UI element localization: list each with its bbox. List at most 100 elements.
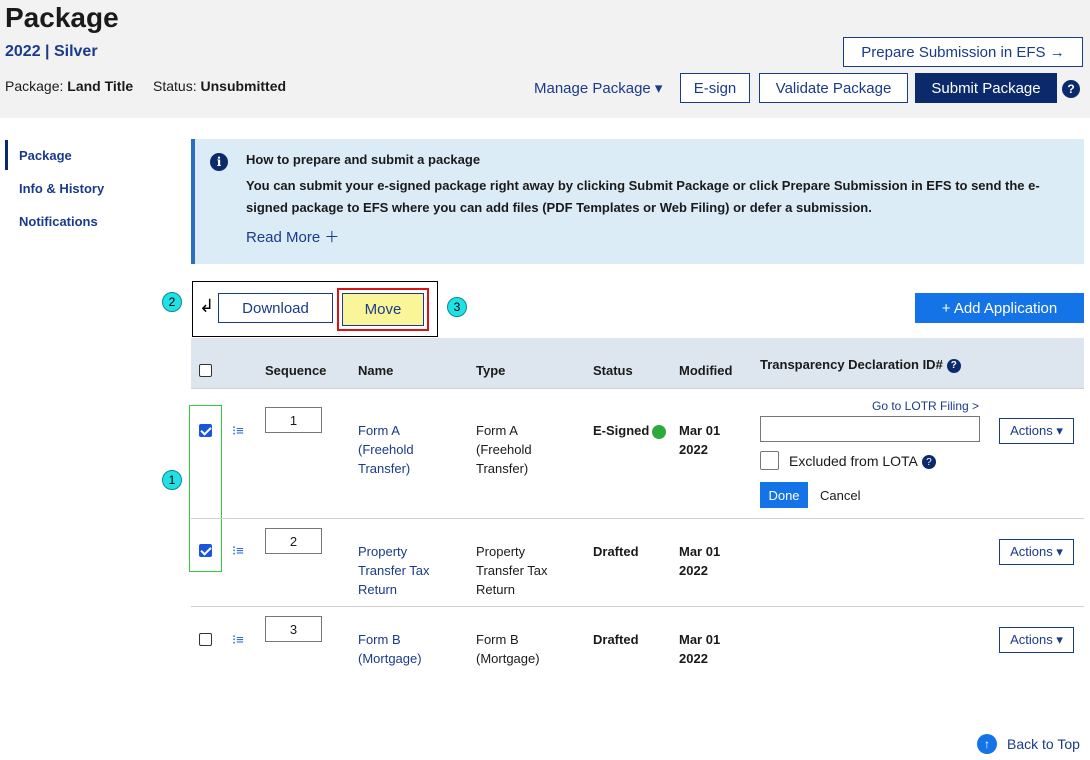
go-to-lotr-filing-link[interactable]: Go to LOTR Filing > — [872, 399, 979, 413]
row-2-status: Drafted — [593, 544, 639, 559]
row-3-modified: Mar 01 2022 — [679, 630, 720, 668]
row-3-type-line: Form B — [476, 632, 519, 647]
row-3-checkbox[interactable] — [199, 633, 212, 646]
row-1-name[interactable]: Form A (Freehold Transfer) — [358, 421, 414, 478]
move-button-highlight: Move — [337, 288, 429, 331]
row-divider — [191, 606, 1084, 607]
column-name: Name — [358, 363, 394, 378]
sequence-input-3[interactable] — [265, 616, 322, 642]
row-3-name-line[interactable]: (Mortgage) — [358, 649, 422, 668]
column-type: Type — [476, 363, 506, 378]
row-3-type: Form B (Mortgage) — [476, 630, 540, 668]
sidebar-item-info-history[interactable]: Info & History — [19, 181, 104, 196]
info-body: You can submit your e-signed package rig… — [246, 178, 1040, 215]
esign-button[interactable]: E-sign — [680, 73, 750, 103]
info-title: How to prepare and submit a package — [246, 152, 481, 167]
reorder-icon[interactable]: ⁝≡ — [232, 423, 244, 439]
row-3-actions-button[interactable]: Actions ▾ — [999, 627, 1074, 653]
row-1-modified: Mar 01 2022 — [679, 421, 720, 459]
row-3-name-line[interactable]: Form B — [358, 630, 422, 649]
validate-package-button[interactable]: Validate Package — [759, 73, 908, 103]
excluded-from-lota-text: Excluded from LOTA — [789, 453, 918, 469]
status-label: Status: — [153, 78, 197, 94]
reorder-icon[interactable]: ⁝≡ — [232, 632, 244, 648]
row-divider — [191, 518, 1084, 519]
sidebar-active-indicator — [5, 140, 8, 170]
row-1-type: Form A (Freehold Transfer) — [476, 421, 532, 478]
row-3-name[interactable]: Form B (Mortgage) — [358, 630, 422, 668]
sequence-input-2[interactable] — [265, 528, 322, 554]
page-title: Package — [5, 2, 119, 33]
back-to-top-label: Back to Top — [1007, 736, 1080, 752]
row-1-status-text: E-Signed — [593, 423, 650, 438]
row-3-type-line: (Mortgage) — [476, 651, 540, 666]
row-1-modified-line: 2022 — [679, 442, 708, 457]
row-1-modified-line: Mar 01 — [679, 423, 721, 438]
download-button[interactable]: Download — [218, 293, 333, 323]
select-all-checkbox[interactable] — [199, 364, 212, 377]
row-2-modified-line: Mar 01 — [679, 544, 721, 559]
row-2-name-line[interactable]: Property — [358, 542, 430, 561]
lota-help-icon[interactable]: ? — [921, 455, 936, 470]
manage-package-dropdown[interactable]: Manage Package ▾ — [534, 79, 662, 97]
sidebar-item-notifications[interactable]: Notifications — [19, 214, 98, 229]
back-to-top-link[interactable]: ↑ Back to Top — [977, 734, 1080, 754]
excluded-from-lota-checkbox[interactable] — [760, 451, 779, 470]
reorder-icon[interactable]: ⁝≡ — [232, 543, 244, 559]
prepare-submission-efs-button[interactable]: Prepare Submission in EFS → — [843, 37, 1083, 67]
cancel-button[interactable]: Cancel — [820, 488, 860, 503]
row-2-name-line[interactable]: Return — [358, 580, 430, 599]
row-1-type-line: Form A — [476, 423, 518, 438]
row-3-status: Drafted — [593, 632, 639, 647]
row-3-modified-line: 2022 — [679, 651, 708, 666]
sequence-input-1[interactable] — [265, 407, 322, 433]
row-1-type-line: (Freehold — [476, 442, 532, 457]
package-label: Package: — [5, 78, 64, 94]
excluded-from-lota-label: Excluded from LOTA? — [789, 453, 936, 470]
callout-3: 3 — [447, 297, 467, 317]
sidebar-item-package[interactable]: Package — [19, 148, 72, 163]
add-application-button[interactable]: + Add Application — [915, 293, 1084, 323]
callout-2: 2 — [162, 292, 182, 312]
help-icon[interactable]: ? — [1062, 80, 1080, 98]
row-2-actions-button[interactable]: Actions ▾ — [999, 539, 1074, 565]
read-more-link[interactable]: Read More ＋ — [246, 226, 339, 247]
tdid-help-icon[interactable]: ? — [946, 358, 961, 373]
row-1-name-line[interactable]: Transfer) — [358, 459, 414, 478]
row-2-name-line[interactable]: Transfer Tax — [358, 561, 430, 580]
row-2-name[interactable]: Property Transfer Tax Return — [358, 542, 430, 599]
column-sequence: Sequence — [265, 363, 327, 378]
status-value: Unsubmitted — [200, 78, 287, 94]
row-1-checkbox[interactable] — [199, 424, 212, 437]
row-divider — [191, 388, 1084, 389]
column-status: Status — [593, 363, 633, 378]
row-1-status: E-Signed — [593, 421, 667, 440]
row-2-modified-line: 2022 — [679, 563, 708, 578]
done-button[interactable]: Done — [760, 482, 808, 508]
move-button[interactable]: Move — [342, 293, 424, 326]
callout-1: 1 — [162, 470, 182, 490]
tdid-input[interactable] — [760, 416, 980, 442]
submit-package-button[interactable]: Submit Package — [915, 73, 1057, 103]
info-icon: i — [210, 153, 228, 171]
row-2-modified: Mar 01 2022 — [679, 542, 720, 580]
row-1-name-line[interactable]: (Freehold — [358, 440, 414, 459]
row-2-type-line: Return — [476, 582, 516, 597]
row-1-actions-button[interactable]: Actions ▾ — [999, 418, 1074, 444]
esigned-status-dot — [652, 424, 667, 439]
row-2-checkbox[interactable] — [199, 544, 212, 557]
package-meta: Package: Land Title Status: Unsubmitted — [5, 78, 286, 94]
row-1-name-line[interactable]: Form A — [358, 421, 414, 440]
arrow-up-icon: ↑ — [977, 734, 997, 754]
row-2-type: Property Transfer Tax Return — [476, 542, 548, 599]
row-1-type-line: Transfer) — [476, 461, 529, 476]
bulk-arrow-icon: ↲ — [199, 296, 215, 316]
column-tdid-label: Transparency Declaration ID# — [760, 357, 943, 372]
row-3-modified-line: Mar 01 — [679, 632, 721, 647]
column-tdid: Transparency Declaration ID#? — [760, 357, 961, 373]
column-modified: Modified — [679, 363, 733, 378]
package-value: Land Title — [67, 78, 134, 94]
page-subtitle: 2022 | Silver — [5, 43, 98, 60]
row-2-type-line: Property — [476, 544, 526, 559]
row-2-type-line: Transfer Tax — [476, 563, 548, 578]
